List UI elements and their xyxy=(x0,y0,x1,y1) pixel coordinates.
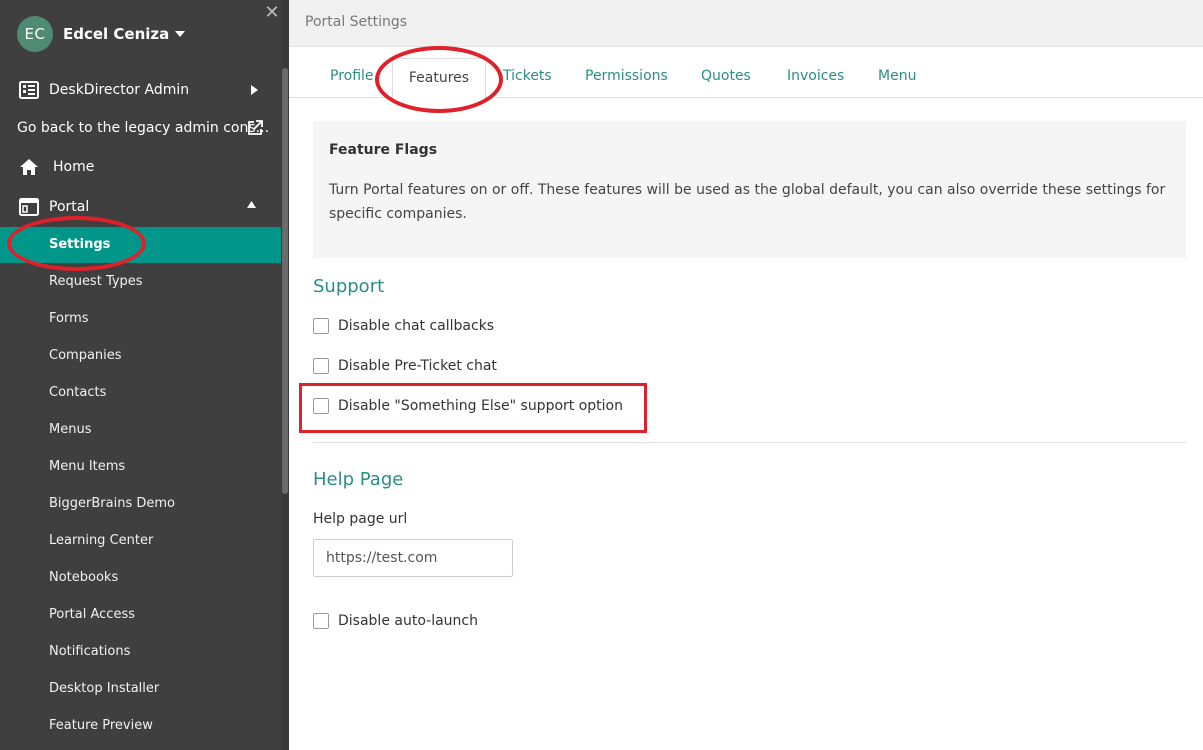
sidebar-item-feature-preview[interactable]: Feature Preview xyxy=(49,714,274,738)
sidebar-item-settings-label: Settings xyxy=(49,237,111,252)
disable-auto-launch-label: Disable auto-launch xyxy=(338,613,478,629)
page-header: Portal Settings xyxy=(289,0,1203,47)
feature-flags-title: Feature Flags xyxy=(329,142,438,158)
close-icon[interactable]: ✕ xyxy=(263,2,281,24)
nav-portal-label: Portal xyxy=(49,199,90,215)
feature-flags-description: Turn Portal features on or off. These fe… xyxy=(329,182,1166,222)
caret-down-icon xyxy=(175,31,186,37)
tab-invoices[interactable]: Invoices xyxy=(787,68,844,84)
disable-something-else-option[interactable]: Disable "Something Else" support option xyxy=(313,396,623,416)
disable-auto-launch-option[interactable]: Disable auto-launch xyxy=(313,611,478,631)
help-page-url-label: Help page url xyxy=(313,511,408,527)
avatar: EC xyxy=(17,16,53,52)
sidebar-item-companies[interactable]: Companies xyxy=(49,344,274,368)
nav-portal[interactable]: Portal xyxy=(0,189,281,225)
settings-tab-bar: Profile Features Tickets Permissions Quo… xyxy=(289,47,1203,99)
nav-home[interactable]: Home xyxy=(0,149,281,185)
disable-auto-launch-checkbox[interactable] xyxy=(313,613,329,629)
sidebar-item-menus[interactable]: Menus xyxy=(49,418,274,442)
home-icon xyxy=(20,159,38,175)
sidebar-item-notifications[interactable]: Notifications xyxy=(49,640,274,664)
tab-quotes[interactable]: Quotes xyxy=(701,68,751,84)
sidebar-item-menu-items[interactable]: Menu Items xyxy=(49,455,274,479)
tab-profile[interactable]: Profile xyxy=(330,68,374,84)
portal-window-icon xyxy=(19,198,39,216)
disable-chat-callbacks-option[interactable]: Disable chat callbacks xyxy=(313,316,494,336)
admin-panel-icon xyxy=(19,81,39,99)
sidebar-scrollbar-thumb[interactable] xyxy=(282,68,288,494)
sidebar-item-contacts[interactable]: Contacts xyxy=(49,381,274,405)
disable-chat-callbacks-label: Disable chat callbacks xyxy=(338,318,495,334)
disable-pre-ticket-chat-option[interactable]: Disable Pre-Ticket chat xyxy=(313,356,497,376)
chevron-right-icon xyxy=(251,85,258,95)
page-title: Portal Settings xyxy=(305,14,408,30)
help-page-url-input[interactable] xyxy=(313,539,513,577)
external-link-icon xyxy=(248,120,263,135)
disable-something-else-checkbox[interactable] xyxy=(313,398,329,414)
disable-pre-ticket-chat-checkbox[interactable] xyxy=(313,358,329,374)
help-page-section-title: Help Page xyxy=(313,469,404,490)
caret-up-icon xyxy=(247,201,256,208)
tab-features[interactable]: Features xyxy=(392,58,486,99)
user-name: Edcel Ceniza xyxy=(63,25,170,43)
sidebar-item-forms[interactable]: Forms xyxy=(49,307,274,331)
support-section-title: Support xyxy=(313,276,385,297)
sidebar-item-notebooks[interactable]: Notebooks xyxy=(49,566,274,590)
disable-something-else-label: Disable "Something Else" support option xyxy=(338,398,623,414)
nav-home-label: Home xyxy=(53,159,95,175)
sidebar: ✕ EC Edcel Ceniza DeskDirector Admin Go … xyxy=(0,0,289,750)
nav-deskdirector-admin-label: DeskDirector Admin xyxy=(49,82,190,98)
tab-tickets[interactable]: Tickets xyxy=(503,68,552,84)
sidebar-item-desktop-installer[interactable]: Desktop Installer xyxy=(49,677,274,701)
nav-legacy-admin-label: Go back to the legacy admin cons... xyxy=(17,120,270,136)
disable-chat-callbacks-checkbox[interactable] xyxy=(313,318,329,334)
tab-permissions[interactable]: Permissions xyxy=(585,68,668,84)
user-menu[interactable]: EC Edcel Ceniza xyxy=(17,16,186,52)
sidebar-item-settings[interactable]: Settings xyxy=(0,227,281,263)
main-content: Portal Settings Profile Features Tickets… xyxy=(289,0,1203,750)
nav-legacy-admin-link[interactable]: Go back to the legacy admin cons... xyxy=(0,110,281,146)
tab-menu[interactable]: Menu xyxy=(878,68,916,84)
sidebar-item-portal-access[interactable]: Portal Access xyxy=(49,603,274,627)
feature-flags-panel: Feature Flags Turn Portal features on or… xyxy=(313,121,1186,258)
sidebar-item-biggerbrains-demo[interactable]: BiggerBrains Demo xyxy=(49,492,274,516)
sidebar-item-learning-center[interactable]: Learning Center xyxy=(49,529,274,553)
section-divider xyxy=(313,442,1186,443)
sidebar-item-request-types[interactable]: Request Types xyxy=(49,270,274,294)
disable-pre-ticket-chat-label: Disable Pre-Ticket chat xyxy=(338,358,497,374)
nav-deskdirector-admin[interactable]: DeskDirector Admin xyxy=(0,72,281,108)
